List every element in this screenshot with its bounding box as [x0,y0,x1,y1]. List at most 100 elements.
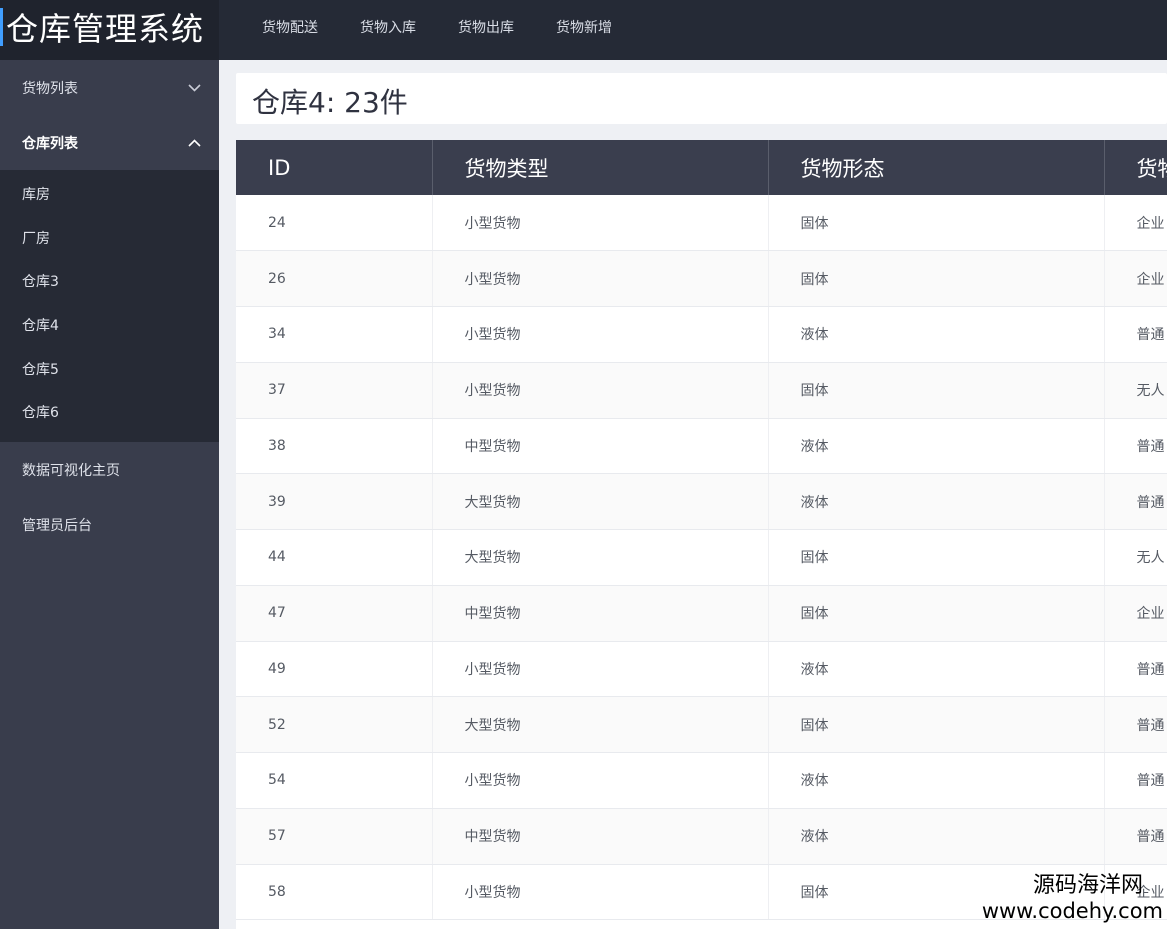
table-row[interactable]: 47 中型货物 固体 企业 [236,585,1167,642]
table-row[interactable]: 39 大型货物 液体 普通 [236,473,1167,530]
watermark: 源码海洋网 www.codehy.com [982,873,1163,923]
sidebar-group-label: 仓库列表 [22,135,78,152]
table-cell: 58 [236,864,433,921]
table-row[interactable]: 49 小型货物 液体 普通 [236,641,1167,698]
nav-goods-outbound[interactable]: 货物出库 [437,0,535,60]
table-cell: 44 [236,529,433,586]
table-cell: 小型货物 [432,195,769,252]
sidebar-item-warehouse-4[interactable]: 仓库4 [0,305,219,349]
table-header-row: ID 货物类型 货物形态 货物 [236,140,1167,195]
table-row[interactable]: 38 中型货物 液体 普通 [236,418,1167,475]
table-cell: 液体 [768,641,1105,698]
sidebar-item-label: 管理员后台 [22,517,92,534]
table-cell: 52 [236,696,433,753]
table-cell: 固体 [768,585,1105,642]
chevron-down-icon [188,81,201,95]
page-title: 仓库4: 23件 [252,86,408,119]
table-cell: 26 [236,250,433,307]
app-logo: 仓库管理系统 [0,0,219,60]
table-cell: 液体 [768,752,1105,809]
table-cell: 液体 [768,418,1105,475]
nav-goods-add[interactable]: 货物新增 [535,0,633,60]
table-cell: 普通 [1104,808,1167,865]
sidebar-item-factory[interactable]: 厂房 [0,218,219,262]
table-cell: 企业 [1104,585,1167,642]
sidebar-group-goods-list[interactable]: 货物列表 [0,60,219,115]
table-row[interactable]: 34 小型货物 液体 普通 [236,306,1167,363]
warehouse-submenu: 库房 厂房 仓库3 仓库4 仓库5 仓库6 [0,170,219,443]
table-cell: 固体 [768,362,1105,419]
goods-table-container: ID 货物类型 货物形态 货物 24小型货物固体企业26小型货物固体企业34小型… [236,140,1167,929]
table-cell: 小型货物 [432,752,769,809]
app-title: 仓库管理系统 [6,10,205,48]
table-row[interactable]: 24 小型货物 固体 企业 [236,195,1167,252]
table-cell: 38 [236,418,433,475]
page-title-card: 仓库4: 23件 [236,73,1167,124]
sidebar-item-label: 数据可视化主页 [22,462,120,479]
sidebar-item-warehouse-6[interactable]: 仓库6 [0,392,219,436]
table-cell: 液体 [768,473,1105,530]
table-cell: 无人 [1104,529,1167,586]
table-row[interactable]: 57 中型货物 液体 普通 [236,808,1167,865]
sidebar-item-storehouse[interactable]: 库房 [0,174,219,218]
table-cell: 固体 [768,195,1105,252]
sidebar-group-warehouse-list[interactable]: 仓库列表 [0,115,219,170]
table-cell: 54 [236,752,433,809]
goods-table: ID 货物类型 货物形态 货物 24小型货物固体企业26小型货物固体企业34小型… [236,140,1167,921]
sidebar-item-warehouse-3[interactable]: 仓库3 [0,261,219,305]
table-row[interactable]: 44 大型货物 固体 无人 [236,529,1167,586]
watermark-url: www.codehy.com [981,899,1163,923]
table-body: 24 小型货物 固体 企业 26 小型货物 固体 企业 34 小型货物 液体 普通 37 小型货物 固体 无人… [236,195,1167,921]
table-cell: 普通 [1104,752,1167,809]
watermark-name: 源码海洋网 [1032,873,1143,898]
table-cell: 液体 [768,306,1105,363]
table-cell: 小型货物 [432,250,769,307]
table-cell: 24 [236,195,433,252]
table-cell: 小型货物 [432,362,769,419]
table-cell: 普通 [1104,306,1167,363]
table-cell: 普通 [1104,418,1167,475]
table-cell: 中型货物 [432,808,769,865]
table-cell: 无人 [1104,362,1167,419]
table-cell: 中型货物 [432,585,769,642]
column-header-goods-extra[interactable]: 货物 [1104,140,1167,195]
table-cell: 小型货物 [432,641,769,698]
table-cell: 49 [236,641,433,698]
table-cell: 企业 [1104,195,1167,252]
table-cell: 大型货物 [432,473,769,530]
table-cell: 固体 [768,696,1105,753]
table-cell: 小型货物 [432,864,769,921]
sidebar-item-admin[interactable]: 管理员后台 [0,497,219,552]
top-bar: 仓库管理系统 货物配送 货物入库 货物出库 货物新增 [0,0,1167,60]
table-cell: 固体 [768,529,1105,586]
table-cell: 普通 [1104,473,1167,530]
table-cell: 大型货物 [432,696,769,753]
table-cell: 普通 [1104,696,1167,753]
table-row[interactable]: 37 小型货物 固体 无人 [236,362,1167,419]
nav-goods-inbound[interactable]: 货物入库 [339,0,437,60]
table-cell: 47 [236,585,433,642]
table-cell: 普通 [1104,641,1167,698]
table-cell: 固体 [768,250,1105,307]
column-header-goods-type[interactable]: 货物类型 [432,140,769,195]
table-row[interactable]: 54 小型货物 液体 普通 [236,752,1167,809]
table-cell: 39 [236,473,433,530]
table-cell: 37 [236,362,433,419]
main-content: 仓库4: 23件 ID 货物类型 货物形态 货物 [219,60,1167,929]
sidebar: 货物列表 仓库列表 库房 厂房 仓库3 仓库4 仓库5 仓库6 数据可视化主页 … [0,60,219,929]
table-cell: 小型货物 [432,306,769,363]
sidebar-item-dashboard[interactable]: 数据可视化主页 [0,442,219,497]
table-cell: 液体 [768,808,1105,865]
sidebar-item-warehouse-5[interactable]: 仓库5 [0,349,219,393]
chevron-up-icon [188,136,201,150]
table-cell: 57 [236,808,433,865]
nav-goods-delivery[interactable]: 货物配送 [241,0,339,60]
column-header-goods-form[interactable]: 货物形态 [768,140,1105,195]
table-cell: 企业 [1104,250,1167,307]
app-root: 仓库管理系统 货物配送 货物入库 货物出库 货物新增 货物列表 仓库列表 库房 … [0,0,1167,929]
table-row[interactable]: 26 小型货物 固体 企业 [236,250,1167,307]
table-row[interactable]: 52 大型货物 固体 普通 [236,696,1167,753]
column-header-id[interactable]: ID [236,140,433,195]
brand-accent-bar [0,8,3,46]
table-cell: 34 [236,306,433,363]
